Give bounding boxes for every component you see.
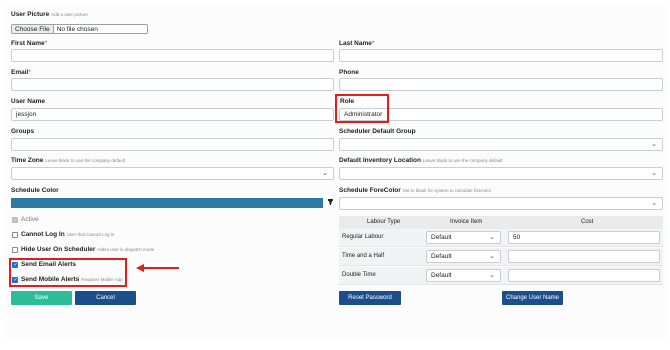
invoice-item-select[interactable]: Default ⌄ xyxy=(426,269,501,282)
col-labour-type: Labour Type xyxy=(367,219,401,225)
schedule-forecolor-select[interactable]: ⌄ xyxy=(339,197,663,210)
table-row: Regular Labour Default ⌄ 50 xyxy=(339,229,663,247)
scheduler-default-group-label: Scheduler Default Group xyxy=(339,128,416,135)
col-invoice-item: Invoice Item xyxy=(450,219,483,225)
schedule-color-swatch[interactable] xyxy=(11,198,323,208)
cost-field[interactable] xyxy=(508,269,660,282)
file-status-text: No file chosen xyxy=(56,25,98,33)
user-picture-label: User Picture Add a user picture xyxy=(11,11,88,18)
cost-field[interactable] xyxy=(508,250,660,263)
schedule-forecolor-label: Schedule ForeColor Set to blank for syste… xyxy=(339,187,492,194)
choose-file-button[interactable]: Choose File xyxy=(12,25,54,33)
time-zone-label: Time Zone Leave blank to use the company … xyxy=(11,157,125,164)
reset-password-button[interactable]: Reset Password xyxy=(339,291,401,305)
labour-type-cell: Double Time xyxy=(342,272,376,278)
hide-user-on-scheduler-label: Hide User On Scheduler Hides user in disp… xyxy=(21,246,155,253)
chevron-down-icon: ⌄ xyxy=(489,253,495,260)
first-name-label: First Name* xyxy=(11,40,48,47)
table-row: Time and a Half Default ⌄ xyxy=(339,248,663,266)
page-canvas: User Picture Add a user picture Choose Fi… xyxy=(0,0,670,350)
labour-table-header: Labour Type Invoice Item Cost xyxy=(339,216,663,229)
chevron-down-icon: ⌄ xyxy=(651,170,657,177)
labour-type-cell: Time and a Half xyxy=(342,253,385,259)
last-name-label: Last Name* xyxy=(339,40,375,47)
active-checkbox xyxy=(12,217,18,223)
chevron-down-icon: ⌄ xyxy=(489,272,495,279)
table-row: Double Time Default ⌄ xyxy=(339,267,663,285)
groups-field[interactable] xyxy=(11,138,334,151)
save-button[interactable]: Save xyxy=(11,291,72,305)
cost-field[interactable]: 50 xyxy=(508,231,660,244)
phone-label: Phone xyxy=(339,69,359,76)
first-name-field[interactable] xyxy=(11,49,334,62)
scheduler-default-group-select[interactable]: ⌄ xyxy=(339,138,663,151)
chevron-down-icon: ⌄ xyxy=(489,234,495,241)
last-name-field[interactable] xyxy=(339,49,663,62)
alerts-highlight-box xyxy=(9,258,127,287)
chevron-down-icon: ⌄ xyxy=(651,141,657,148)
phone-field[interactable] xyxy=(339,78,663,91)
email-field[interactable] xyxy=(11,78,334,91)
hide-user-on-scheduler-checkbox[interactable] xyxy=(12,247,18,253)
chevron-down-icon: ⌄ xyxy=(651,200,657,207)
active-label: Active xyxy=(21,216,39,223)
user-name-field[interactable]: jessjon xyxy=(11,108,334,121)
invoice-item-select[interactable]: Default ⌄ xyxy=(426,231,501,244)
email-label: Email* xyxy=(11,69,31,76)
invoice-item-select[interactable]: Default ⌄ xyxy=(426,250,501,263)
labour-type-cell: Regular Labour xyxy=(342,234,384,240)
time-zone-select[interactable]: ⌄ xyxy=(11,167,334,180)
change-user-name-button[interactable]: Change User Name xyxy=(502,291,563,305)
user-name-label: User Name xyxy=(11,98,45,105)
user-picture-file-input[interactable]: Choose File No file chosen xyxy=(11,24,148,34)
groups-label: Groups xyxy=(11,128,35,135)
red-arrow-annotation xyxy=(143,267,179,269)
red-arrow-head xyxy=(136,264,144,272)
cannot-log-in-checkbox[interactable] xyxy=(12,232,18,238)
default-inventory-location-select[interactable]: ⌄ xyxy=(339,167,663,180)
cannot-log-in-label: Cannot Log In User that Cannot Log In xyxy=(21,231,115,238)
default-inventory-location-label: Default Inventory Location Leave blank to… xyxy=(339,157,503,164)
schedule-color-label: Schedule Color xyxy=(11,187,59,194)
chevron-down-icon: ⌄ xyxy=(322,170,328,177)
cancel-button[interactable]: Cancel xyxy=(75,291,136,305)
role-highlight-box xyxy=(335,94,389,123)
eyedropper-icon[interactable] xyxy=(327,198,334,207)
col-cost: Cost xyxy=(581,219,594,225)
